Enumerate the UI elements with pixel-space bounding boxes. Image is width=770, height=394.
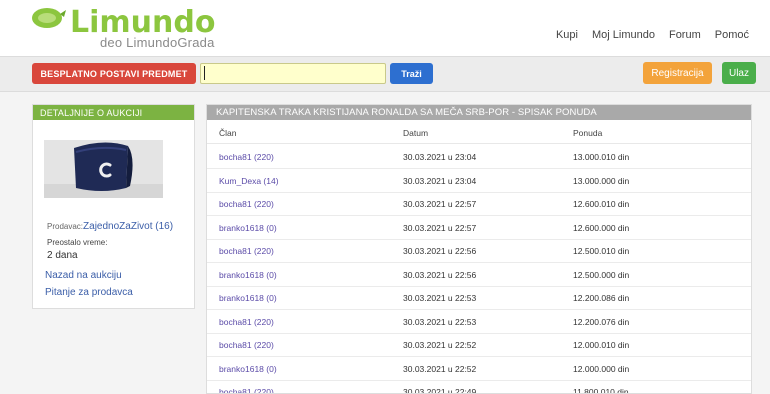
bid-member-link[interactable]: bocha81 (220) xyxy=(219,317,274,327)
bid-row: bocha81 (220) 30.03.2021 u 22:56 12.500.01… xyxy=(207,240,751,263)
top-nav: Kupi Moj Limundo Forum Pomoć xyxy=(556,29,749,41)
bid-offer: 12.200.086 din xyxy=(573,293,630,303)
captain-armband-image xyxy=(44,140,163,198)
bid-offer: 12.200.076 din xyxy=(573,316,630,327)
nav-moj-limundo[interactable]: Moj Limundo xyxy=(592,29,655,41)
bid-row: branko1618 (0) 30.03.2021 u 22:52 12.000.0… xyxy=(207,358,751,381)
bid-offer: 13.000.000 din xyxy=(573,175,630,186)
seller-info: Prodavac:ZajednoZaZivot (16) xyxy=(47,221,173,232)
bid-offer: 12.000.000 din xyxy=(573,363,630,374)
bid-date: 30.03.2021 u 22:52 xyxy=(403,363,477,374)
item-image[interactable] xyxy=(44,140,163,198)
bid-date: 30.03.2021 u 22:56 xyxy=(403,246,477,256)
ask-seller-link[interactable]: Pitanje za prodavca xyxy=(45,287,133,298)
post-item-button[interactable]: BESPLATNO POSTAVI PREDMET xyxy=(32,63,196,84)
bid-row: branko1618 (0) 30.03.2021 u 22:56 12.500.0… xyxy=(207,264,751,287)
bid-date: 30.03.2021 u 23:04 xyxy=(403,152,477,162)
bid-offer: 12.500.010 din xyxy=(573,246,630,256)
bid-member-link[interactable]: bocha81 (220) xyxy=(219,246,274,256)
login-button[interactable]: Ulaz xyxy=(722,62,756,84)
bids-panel-title: KAPITENSKA TRAKA KRISTIJANA RONALDA SA M… xyxy=(207,105,751,120)
nav-pomoc[interactable]: Pomoć xyxy=(715,29,749,41)
seller-label: Prodavac: xyxy=(47,222,84,231)
logo-subtitle: deo LimundoGrada xyxy=(100,35,215,50)
column-offer: Ponuda xyxy=(573,128,603,138)
nav-kupi[interactable]: Kupi xyxy=(556,29,578,41)
remaining-time-value: 2 dana xyxy=(47,250,78,261)
bid-member-link[interactable]: branko1618 (0) xyxy=(219,223,277,233)
bid-date: 30.03.2021 u 22:57 xyxy=(403,222,477,233)
bid-row: branko1618 (0) 30.03.2021 u 22:53 12.200.0… xyxy=(207,287,751,310)
bid-offer: 13.000.010 din xyxy=(573,152,630,162)
bid-member-link[interactable]: Kum_Dexa (14) xyxy=(219,176,279,186)
bid-date: 30.03.2021 u 22:56 xyxy=(403,269,477,280)
text-cursor xyxy=(204,66,205,80)
bid-member-link[interactable]: branko1618 (0) xyxy=(219,364,277,374)
bid-date: 30.03.2021 u 22:52 xyxy=(403,340,477,350)
search-input[interactable] xyxy=(200,63,386,84)
auction-details-panel: DETALJNIJE O AUKCIJI Prodavac:ZajednoZaZ… xyxy=(32,104,195,309)
bid-offer: 12.600.010 din xyxy=(573,199,630,209)
bid-date: 30.03.2021 u 22:57 xyxy=(403,199,477,209)
remaining-time-label: Preostalo vreme: xyxy=(47,238,108,247)
back-to-auction-link[interactable]: Nazad na aukciju xyxy=(45,270,122,281)
bid-offer: 12.500.000 din xyxy=(573,269,630,280)
bid-date: 30.03.2021 u 22:53 xyxy=(403,316,477,327)
bid-date: 30.03.2021 u 23:04 xyxy=(403,175,477,186)
column-member: Član xyxy=(219,128,237,138)
bid-row: bocha81 (220) 30.03.2021 u 22:52 12.000.01… xyxy=(207,334,751,357)
bids-panel: KAPITENSKA TRAKA KRISTIJANA RONALDA SA M… xyxy=(206,104,752,394)
nav-forum[interactable]: Forum xyxy=(669,29,701,41)
bid-member-link[interactable]: bocha81 (220) xyxy=(219,199,274,209)
bid-row: bocha81 (220) 30.03.2021 u 22:53 12.200.07… xyxy=(207,311,751,334)
column-date: Datum xyxy=(403,128,429,138)
bid-member-link[interactable]: branko1618 (0) xyxy=(219,293,277,303)
bid-row: bocha81 (220) 30.03.2021 u 23:04 13.000.01… xyxy=(207,146,751,169)
seller-link[interactable]: ZajednoZaZivot (16) xyxy=(83,221,173,232)
search-button[interactable]: Traži xyxy=(390,63,433,84)
bid-offer: 12.000.010 din xyxy=(573,340,630,350)
bid-date: 30.03.2021 u 22:49 xyxy=(403,387,477,394)
header: Limundo deo LimundoGrada Kupi Moj Limund… xyxy=(0,0,770,56)
register-button[interactable]: Registracija xyxy=(643,62,712,84)
bid-member-link[interactable]: bocha81 (220) xyxy=(219,387,274,393)
bid-row: Kum_Dexa (14) 30.03.2021 u 23:04 13.000.00… xyxy=(207,170,751,193)
bid-row: bocha81 (220) 30.03.2021 u 22:49 11.800.01… xyxy=(207,381,751,394)
auction-details-title: DETALJNIJE O AUKCIJI xyxy=(33,105,194,120)
bid-offer: 11.800.010 din xyxy=(573,387,629,394)
bids-table-header: Član Datum Ponuda xyxy=(207,124,751,144)
bid-offer: 12.600.000 din xyxy=(573,222,630,233)
bid-date: 30.03.2021 u 22:53 xyxy=(403,293,477,303)
bid-row: bocha81 (220) 30.03.2021 u 22:57 12.600.01… xyxy=(207,193,751,216)
bid-row: branko1618 (0) 30.03.2021 u 22:57 12.600.0… xyxy=(207,217,751,240)
bid-member-link[interactable]: bocha81 (220) xyxy=(219,152,274,162)
bid-member-link[interactable]: branko1618 (0) xyxy=(219,270,277,280)
bid-member-link[interactable]: bocha81 (220) xyxy=(219,340,274,350)
